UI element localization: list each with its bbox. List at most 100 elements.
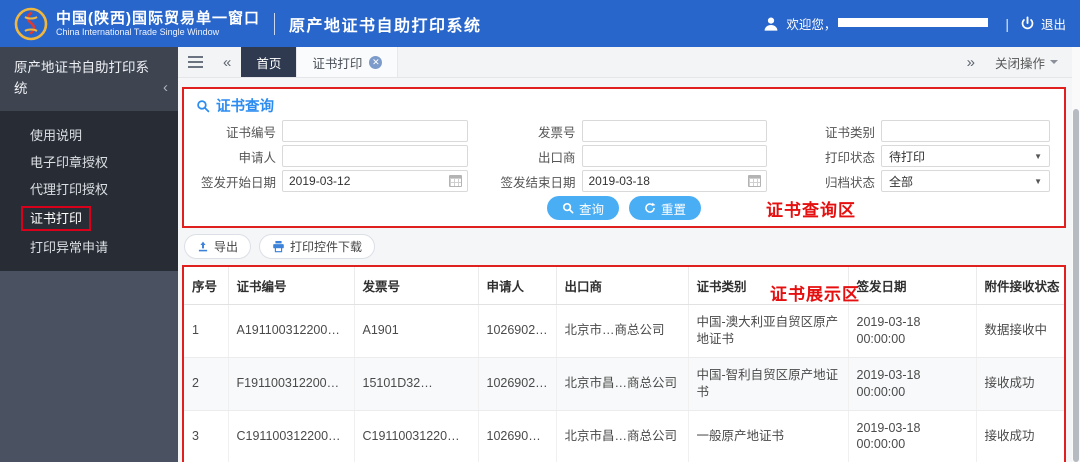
sidebar-item[interactable]: 打印异常申请	[0, 234, 178, 261]
cell-cert-no: F191100312200…	[228, 357, 355, 411]
vertical-scrollbar[interactable]	[1072, 47, 1080, 462]
table-header: 序号 证书编号 发票号 申请人 出口商 证书类别 签发日期 附件接收状态	[184, 267, 1064, 305]
print-status-select[interactable]: 待打印 ▼	[881, 145, 1050, 167]
sidebar-menu: 使用说明 电子印章授权 代理打印授权 证书打印 打印异常申请	[0, 111, 178, 271]
field-invoice-no: 发票号	[494, 120, 767, 142]
sidebar-title-text: 原产地证书自助打印系统	[14, 60, 149, 96]
field-start-date: 签发开始日期	[194, 170, 468, 192]
start-date-wrap	[282, 170, 468, 192]
calendar-icon[interactable]	[748, 175, 761, 187]
tab-home[interactable]: 首页	[241, 47, 297, 77]
certificate-table-panel: 序号 证书编号 发票号 申请人 出口商 证书类别 签发日期 附件接收状态 1 A…	[182, 265, 1066, 462]
calendar-icon[interactable]	[448, 175, 462, 187]
chevron-down-icon	[1050, 60, 1058, 68]
field-applicant: 申请人	[194, 145, 468, 167]
search-button[interactable]: 查询	[546, 196, 619, 220]
cert-type-input[interactable]	[881, 120, 1050, 142]
table-toolbar: 导出 打印控件下载	[184, 234, 1066, 259]
exporter-label: 出口商	[537, 150, 576, 165]
header-divider	[274, 12, 275, 35]
table-header-cell: 出口商	[556, 267, 689, 305]
brand-text: 中国(陕西)国际贸易单一窗口 China International Trade…	[56, 10, 260, 38]
cell-cert-type: 一般原产地证书	[688, 410, 849, 462]
sidebar-item[interactable]: 电子印章授权	[0, 149, 178, 176]
print-control-download-button[interactable]: 打印控件下载	[259, 234, 376, 259]
cell-cert-type: 中国-澳大利亚自贸区原产地证书	[688, 304, 849, 358]
cell-seq: 1	[184, 304, 229, 358]
sidebar-collapse-icon[interactable]: ‹	[163, 76, 168, 99]
cell-attach-status: 接收成功	[976, 410, 1064, 462]
exporter-input[interactable]	[581, 145, 767, 167]
table-row[interactable]: 2 F191100312200… 15101D32… 1026902… 北京市昌…	[184, 357, 1064, 411]
cell-applicant: 1026902…	[478, 357, 557, 411]
cell-exporter: 北京市…商总公司	[556, 304, 689, 358]
cell-attach-status: 数据接收中	[976, 304, 1064, 358]
cell-invoice-no: 15101D32…	[354, 357, 479, 411]
field-archive-status: 归档状态 全部 ▼	[793, 170, 1050, 192]
table-header-cell: 申请人	[478, 267, 557, 305]
body-row: 原产地证书自助打印系统 ‹ 使用说明 电子印章授权 代理打印授权 证书打印 打印…	[0, 47, 1080, 462]
applicant-input[interactable]	[282, 145, 468, 167]
app-title: 原产地证书自助打印系统	[289, 17, 482, 35]
sidebar-item-label: 电子印章授权	[30, 154, 109, 170]
table-row[interactable]: 1 A191100312200… A1901 1026902… 北京市…商总公司…	[184, 304, 1064, 358]
reset-button[interactable]: 重置	[629, 196, 702, 220]
main-content: « 首页 证书打印 ✕ » 关闭操作 证书查询 证书编号 发票号 证书类别 申请…	[178, 47, 1072, 462]
reset-button-label: 重置	[661, 202, 687, 217]
export-button-label: 导出	[214, 240, 239, 254]
tab-home-label: 首页	[256, 56, 282, 71]
query-section-title-text: 证书查询	[216, 99, 274, 115]
search-button-label: 查询	[578, 202, 604, 217]
sidebar-item-label: 代理打印授权	[30, 181, 109, 197]
archive-status-select[interactable]: 全部 ▼	[881, 170, 1050, 192]
query-area-annotation: 证书查询区	[766, 201, 856, 220]
query-form: 证书编号 发票号 证书类别 申请人 出口商 打印状态 待打印 ▼ 签发开始日期 …	[194, 120, 1054, 192]
table-header-cell: 发票号	[354, 267, 479, 305]
sidebar-item-label: 证书打印	[21, 205, 92, 231]
field-print-status: 打印状态 待打印 ▼	[793, 145, 1050, 167]
scroll-tabs-left-icon[interactable]: «	[213, 47, 241, 77]
cell-seq: 2	[184, 357, 229, 411]
query-button-row: 查询 重置	[194, 196, 1054, 220]
table-row[interactable]: 3 C191100312200… C19110031220… 102690… 北…	[184, 410, 1064, 462]
cell-cert-no: C191100312200…	[228, 410, 355, 462]
menu-toggle-icon[interactable]	[178, 47, 213, 77]
start-date-label: 签发开始日期	[200, 175, 276, 190]
cert-no-input[interactable]	[282, 120, 468, 142]
sidebar-item-label: 打印异常申请	[30, 239, 109, 255]
cell-attach-status: 接收成功	[976, 357, 1064, 411]
cert-no-label: 证书编号	[225, 125, 276, 140]
export-icon	[198, 241, 208, 252]
end-date-input[interactable]	[581, 170, 767, 192]
cert-type-label: 证书类别	[824, 125, 875, 140]
user-icon	[763, 16, 779, 32]
sidebar-item[interactable]: 使用说明	[0, 122, 178, 149]
tab-close-icon[interactable]: ✕	[369, 55, 383, 69]
start-date-input[interactable]	[282, 170, 468, 192]
query-section-title: 证书查询	[194, 92, 1054, 120]
tab-certificate-print[interactable]: 证书打印 ✕	[296, 47, 399, 77]
scrollbar-thumb[interactable]	[1073, 109, 1079, 462]
cell-issue-date: 2019-03-18 00:00:00	[848, 357, 977, 411]
cell-cert-no: A191100312200…	[228, 304, 355, 358]
invoice-no-label: 发票号	[537, 125, 576, 140]
close-operations-label: 关闭操作	[994, 56, 1045, 71]
sidebar-item[interactable]: 代理打印授权	[0, 176, 178, 203]
scroll-tabs-right-icon[interactable]: »	[957, 55, 985, 70]
cell-seq: 3	[184, 410, 229, 462]
user-name-redacted	[838, 18, 989, 27]
top-header: 中国(陕西)国际贸易单一窗口 China International Trade…	[0, 0, 1080, 47]
sidebar-item-label: 使用说明	[30, 127, 83, 143]
field-cert-type: 证书类别	[793, 120, 1050, 142]
logout-button[interactable]: 退出	[1041, 14, 1066, 33]
field-end-date: 签发结束日期	[494, 170, 767, 192]
sidebar-item[interactable]: 证书打印	[0, 203, 178, 234]
tab-bar-right: » 关闭操作	[957, 47, 1072, 77]
cell-issue-date: 2019-03-18 00:00:00	[848, 304, 977, 358]
close-operations-dropdown[interactable]: 关闭操作	[985, 53, 1072, 72]
archive-status-label: 归档状态	[824, 175, 875, 190]
export-button[interactable]: 导出	[184, 234, 252, 259]
power-icon[interactable]	[1020, 16, 1035, 31]
invoice-no-input[interactable]	[581, 120, 767, 142]
applicant-label: 申请人	[238, 150, 276, 165]
